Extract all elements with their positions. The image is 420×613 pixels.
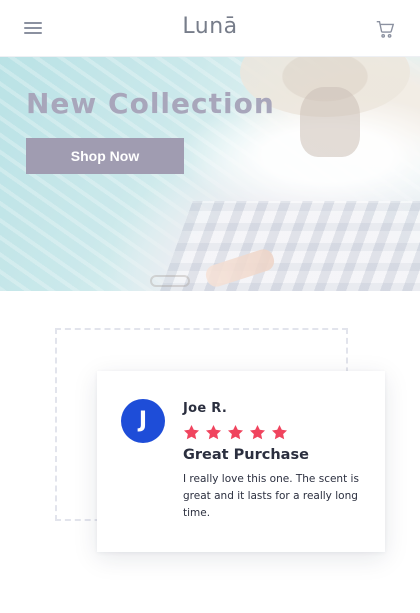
avatar: J xyxy=(121,399,165,443)
star-icon xyxy=(271,424,288,440)
reviewer-name: Joe R. xyxy=(183,401,228,416)
review-card: J Joe R. Great Purchase I really love th… xyxy=(97,371,385,552)
brand-logo[interactable]: Lunā xyxy=(0,14,420,39)
cart-icon[interactable] xyxy=(374,18,396,40)
star-icon xyxy=(183,424,200,440)
hero-banner: New Collection Shop Now xyxy=(0,57,420,291)
star-icon xyxy=(205,424,222,440)
review-title: Great Purchase xyxy=(183,447,309,463)
star-rating xyxy=(182,423,289,442)
star-icon xyxy=(249,424,266,440)
shop-now-button[interactable]: Shop Now xyxy=(26,138,184,174)
hero-title: New Collection xyxy=(26,87,275,120)
review-body: I really love this one. The scent is gre… xyxy=(183,473,359,519)
star-icon xyxy=(227,424,244,440)
site-header: Lunā xyxy=(0,0,420,57)
